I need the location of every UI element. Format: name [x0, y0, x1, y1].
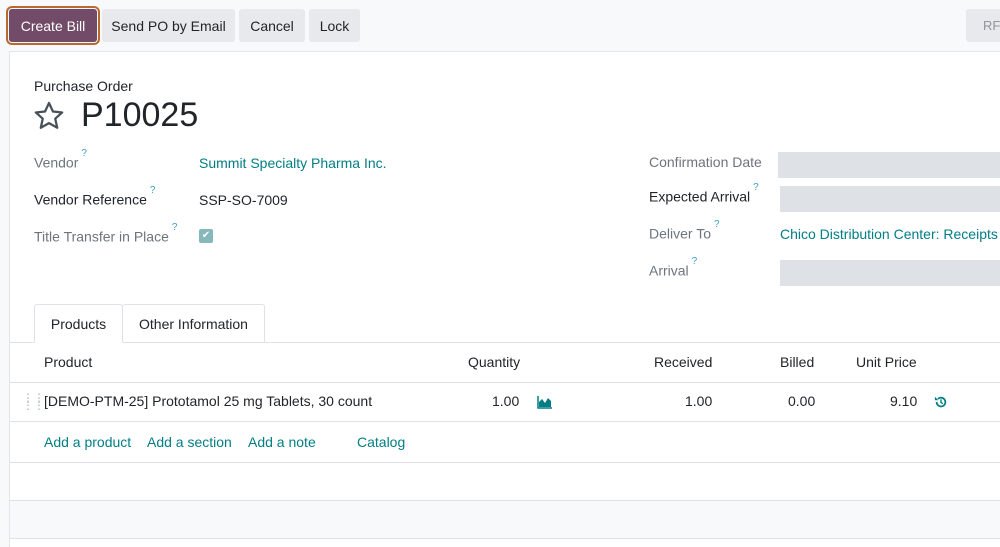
- cancel-button[interactable]: Cancel: [239, 9, 305, 42]
- create-bill-button[interactable]: Create Bill: [6, 6, 100, 45]
- tab-products[interactable]: Products: [34, 304, 123, 343]
- history-icon[interactable]: [934, 395, 948, 409]
- control-panel: Create Bill Send PO by Email Cancel Lock…: [0, 0, 1000, 51]
- add-product-link[interactable]: Add a product: [44, 434, 131, 450]
- received-cell[interactable]: 1.00: [685, 393, 712, 409]
- vendor-field[interactable]: Summit Specialty Pharma Inc.: [199, 155, 387, 171]
- lock-button[interactable]: Lock: [309, 9, 360, 42]
- send-po-email-button[interactable]: Send PO by Email: [102, 9, 235, 42]
- help-icon[interactable]: ?: [150, 185, 156, 196]
- form-sheet: Purchase Order P10025 Vendor? Summit Spe…: [9, 51, 1000, 547]
- tab-other-information[interactable]: Other Information: [122, 304, 265, 343]
- column-header-received[interactable]: Received: [654, 354, 712, 370]
- vendor-reference-label: Vendor Reference?: [34, 185, 156, 208]
- help-icon[interactable]: ?: [81, 148, 87, 159]
- vendor-label: Vendor?: [34, 148, 87, 171]
- add-note-link[interactable]: Add a note: [248, 434, 316, 450]
- help-icon[interactable]: ?: [714, 219, 720, 230]
- deliver-to-label: Deliver To?: [649, 219, 720, 242]
- star-icon[interactable]: [32, 99, 66, 133]
- product-name-cell[interactable]: [DEMO-PTM-25] Prototamol 25 mg Tablets, …: [44, 393, 372, 409]
- billed-cell[interactable]: 0.00: [788, 393, 815, 409]
- expected-arrival-label: Expected Arrival?: [649, 182, 759, 205]
- document-name: P10025: [81, 96, 199, 134]
- forecast-chart-icon[interactable]: [537, 395, 553, 409]
- status-rfq-button[interactable]: RF: [966, 9, 1000, 42]
- drag-handle-icon[interactable]: ⋮⋮ ⋮⋮: [22, 392, 45, 411]
- column-header-billed[interactable]: Billed: [780, 354, 814, 370]
- arrival-field[interactable]: [780, 260, 1000, 286]
- title-transfer-checkbox[interactable]: ✔: [199, 229, 213, 243]
- confirmation-date-field[interactable]: [778, 152, 1000, 178]
- table-row-divider: [10, 421, 1000, 422]
- column-header-unit-price[interactable]: Unit Price: [856, 354, 917, 370]
- table-row-divider: [10, 462, 1000, 463]
- expected-arrival-field[interactable]: [780, 186, 1000, 212]
- column-header-quantity[interactable]: Quantity: [468, 354, 520, 370]
- column-header-product[interactable]: Product: [44, 354, 92, 370]
- empty-table-row: [10, 500, 1000, 538]
- title-transfer-label: Title Transfer in Place?: [34, 222, 178, 245]
- confirmation-date-label: Confirmation Date: [649, 154, 762, 170]
- help-icon[interactable]: ?: [172, 222, 178, 233]
- table-header-divider: [10, 382, 1000, 383]
- help-icon[interactable]: ?: [753, 182, 759, 193]
- deliver-to-field[interactable]: Chico Distribution Center: Receipts: [780, 226, 998, 242]
- table-row-divider: [10, 538, 1000, 539]
- unit-price-cell[interactable]: 9.10: [890, 393, 917, 409]
- help-icon[interactable]: ?: [692, 256, 698, 267]
- quantity-cell[interactable]: 1.00: [492, 393, 519, 409]
- catalog-link[interactable]: Catalog: [357, 434, 405, 450]
- add-section-link[interactable]: Add a section: [147, 434, 232, 450]
- vendor-reference-field[interactable]: SSP-SO-7009: [199, 192, 288, 208]
- document-type-label: Purchase Order: [34, 78, 133, 94]
- arrival-label: Arrival?: [649, 256, 698, 279]
